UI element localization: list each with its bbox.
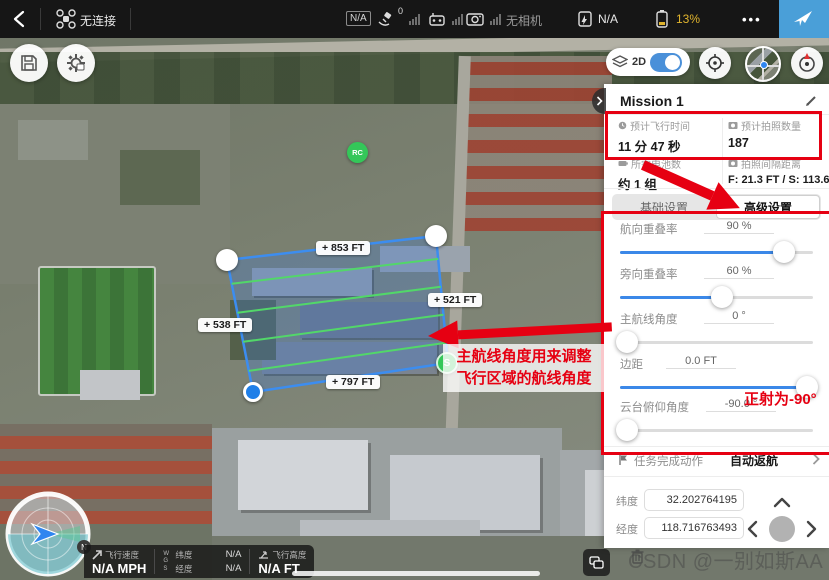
aircraft-icon — [56, 9, 76, 29]
side-overlap-value[interactable]: 60 % — [704, 265, 774, 279]
minimap-location-dot — [760, 61, 768, 69]
view-mode-label: 2D — [632, 56, 646, 68]
slider-row-course-overlap: 航向重叠率 90 % — [604, 217, 829, 264]
mission-settings-button[interactable] — [57, 44, 95, 82]
latitude-label: 纬度 — [616, 493, 638, 509]
minimap-button[interactable] — [745, 46, 781, 82]
compass-reset-button[interactable] — [791, 47, 823, 79]
edge-length-top: + 853 FT — [316, 241, 370, 255]
battery-pack-icon — [618, 159, 628, 168]
nudge-right-button[interactable] — [806, 519, 818, 539]
completion-label: 任务完成动作 — [634, 453, 703, 469]
map-mode-pill: 2D — [606, 48, 690, 76]
gimbal-pitch-slider[interactable] — [620, 429, 813, 432]
map-mode-toggle[interactable] — [650, 53, 682, 72]
camera-signal-bars — [490, 14, 501, 25]
satellite-signal-bars — [409, 14, 420, 25]
longitude-label: 经度 — [616, 521, 638, 537]
toggle-knob — [665, 55, 680, 70]
route-angle-value[interactable]: 0 ° — [704, 310, 774, 324]
mission-title: Mission 1 — [620, 93, 684, 109]
ortho-note: 正射为-90° — [744, 388, 817, 409]
slider-knob[interactable] — [773, 241, 795, 263]
trash-icon[interactable] — [630, 548, 645, 565]
slider-knob[interactable] — [711, 286, 733, 308]
nudge-left-button[interactable] — [746, 519, 758, 539]
vertex-handle-bottom-left[interactable] — [243, 382, 263, 402]
telemetry-coords: WGS 纬度 N/A 经度 N/A — [155, 545, 249, 578]
stat-interval: 拍照间隔距离 F: 21.3 FT / S: 113.6 FT — [728, 156, 828, 186]
attitude-compass: N — [2, 490, 94, 580]
minimap-preview — [747, 48, 779, 80]
telemetry-speed: 飞行速度 N/A MPH — [84, 545, 154, 578]
more-menu-button[interactable]: ••• — [742, 12, 762, 27]
crosshair-target-icon — [705, 53, 725, 73]
stat-flight-time: 预计飞行时间 11 分 47 秒 — [618, 118, 718, 155]
rc-battery-value: N/A — [598, 12, 618, 26]
edit-pencil-icon[interactable] — [804, 94, 818, 108]
mission-panel: Mission 1 预计飞行时间 11 分 47 秒 预计拍照数量 187 所需… — [604, 84, 829, 548]
route-angle-slider[interactable] — [620, 341, 813, 344]
longitude-field[interactable]: 118.716763493 — [644, 517, 744, 539]
airplane-icon — [792, 7, 816, 31]
save-icon — [20, 54, 38, 72]
photo-icon — [728, 121, 738, 130]
nudge-up-button[interactable] — [772, 496, 792, 508]
home-indicator[interactable] — [292, 571, 540, 576]
device-battery-icon — [654, 9, 670, 29]
tab-advanced-settings[interactable]: 高级设置 — [716, 195, 820, 219]
slider-row-side-overlap: 旁向重叠率 60 % — [604, 262, 829, 309]
link-na-badge: N/A — [346, 11, 371, 26]
camera-status: 无相机 — [506, 12, 542, 29]
edge-length-right: + 521 FT — [428, 293, 482, 307]
locate-button[interactable] — [699, 47, 731, 79]
mission-planning-screen: + 853 FT + 521 FT + 538 FT + 797 FT S RC… — [0, 0, 829, 580]
device-battery-value: 13% — [676, 12, 700, 26]
vertex-handle-top-left[interactable] — [216, 249, 238, 271]
satellite-icon — [377, 10, 395, 28]
stat-photo-count: 预计拍照数量 187 — [728, 118, 828, 150]
save-mission-button[interactable] — [10, 44, 48, 82]
tab-basic-settings[interactable]: 基础设置 — [612, 195, 716, 219]
clock-icon — [618, 121, 627, 130]
nudge-center-knob[interactable] — [769, 516, 795, 542]
latitude-field[interactable]: 32.202764195 — [644, 489, 744, 511]
route-angle-note: 主航线角度用来调整 飞行区域的航线角度 — [443, 344, 605, 392]
chevron-right-icon — [812, 453, 820, 465]
slider-knob[interactable] — [616, 419, 638, 441]
interval-icon — [728, 159, 738, 168]
map-source-button[interactable] — [583, 549, 610, 576]
flag-icon — [618, 454, 628, 466]
datum-label: WGS — [163, 551, 170, 573]
gear-icon — [66, 53, 86, 73]
status-bar: 无连接 N/A 0 无相机 N/A — [0, 0, 829, 38]
altitude-icon — [258, 550, 269, 559]
rc-location-marker: RC — [347, 142, 368, 163]
speed-arrow-icon — [92, 550, 102, 560]
chevron-right-icon — [596, 96, 603, 106]
completion-value: 自动返航 — [730, 452, 778, 469]
slider-knob[interactable] — [616, 331, 638, 353]
aircraft-battery-icon — [576, 9, 594, 29]
map-layers-icon — [612, 55, 628, 69]
margin-value[interactable]: 0.0 FT — [666, 355, 736, 369]
compass-north-icon — [796, 52, 818, 74]
slider-row-route-angle: 主航线角度 0 ° — [604, 307, 829, 354]
back-icon[interactable] — [12, 10, 26, 28]
layers-windows-icon — [589, 556, 604, 569]
vertex-handle-top-right[interactable] — [425, 225, 447, 247]
edge-length-left: + 538 FT — [198, 318, 252, 332]
edge-length-bottom: + 797 FT — [326, 375, 380, 389]
camera-icon — [466, 11, 484, 27]
connection-status: 无连接 — [80, 12, 116, 29]
side-overlap-slider[interactable] — [620, 296, 813, 299]
remote-controller-icon — [428, 11, 446, 27]
takeoff-button[interactable] — [779, 0, 829, 38]
telemetry-bar: 飞行速度 N/A MPH WGS 纬度 N/A 经度 N/A 飞行高度 — [84, 545, 314, 578]
rc-signal-bars — [452, 14, 463, 25]
course-overlap-slider[interactable] — [620, 251, 813, 254]
satellite-count: 0 — [398, 6, 403, 16]
course-overlap-value[interactable]: 90 % — [704, 220, 774, 234]
mission-complete-action-row[interactable]: 任务完成动作 自动返航 — [604, 447, 829, 473]
